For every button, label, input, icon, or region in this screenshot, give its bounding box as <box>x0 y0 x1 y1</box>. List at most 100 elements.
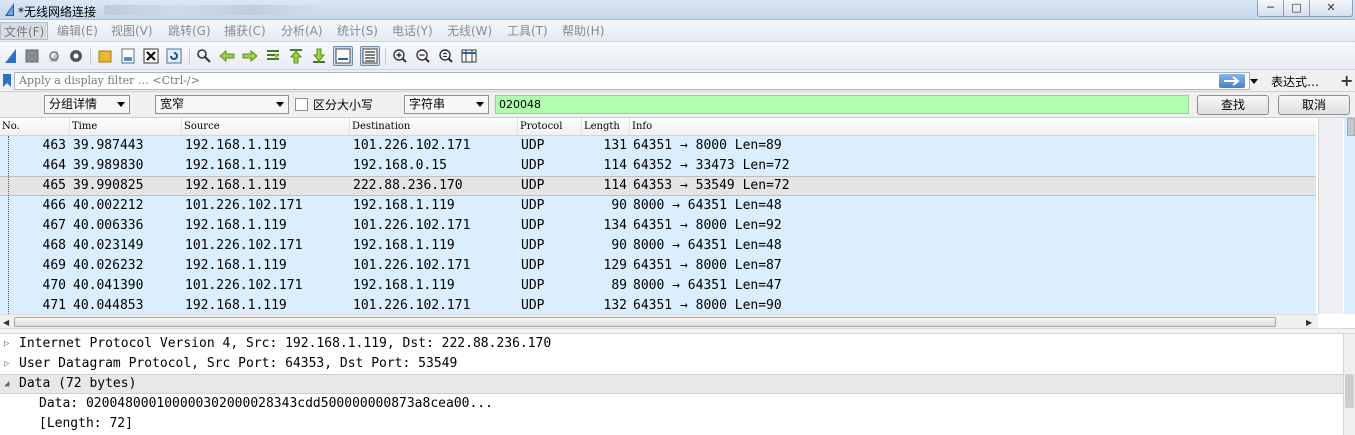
detail-tree-item[interactable]: ▷ User Datagram Protocol, Src Port: 64353… <box>0 354 1343 374</box>
menu-file[interactable]: 文件(F) <box>0 22 49 40</box>
packet-destination: 222.88.236.170 <box>353 178 463 193</box>
table-row[interactable]: 468 40.023149 101.226.102.171 192.168.1.119… <box>0 236 1316 256</box>
column-header-no[interactable]: No. <box>0 118 70 136</box>
table-row[interactable]: 463 39.987443 192.168.1.119 101.226.102.171… <box>0 136 1316 156</box>
case-sensitive-checkbox[interactable] <box>295 98 308 111</box>
expand-arrow-icon[interactable]: ▷ <box>4 334 9 354</box>
packet-time: 40.006336 <box>73 218 144 233</box>
capture-options-icon[interactable] <box>66 46 86 66</box>
start-capture-icon[interactable] <box>1 46 21 66</box>
packet-destination: 101.226.102.171 <box>353 218 471 233</box>
column-header-info[interactable]: Info <box>630 118 1316 136</box>
detail-tree-item[interactable]: ◢ Data (72 bytes) <box>0 374 1343 394</box>
resize-columns-icon[interactable] <box>459 46 479 66</box>
menu-help[interactable]: 帮助(H) <box>559 22 607 40</box>
detail-tree-item[interactable]: Data: 020048000100000302000028343cdd5000… <box>0 394 1343 414</box>
detail-tree-label: Data (72 bytes) <box>19 376 137 391</box>
menu-edit[interactable]: 编辑(E) <box>54 22 101 40</box>
table-row[interactable]: 464 39.989830 192.168.1.119 192.168.0.15 UDP… <box>0 156 1316 176</box>
menu-telephony[interactable]: 电话(Y) <box>389 22 436 40</box>
horizontal-scroll-thumb[interactable] <box>14 317 1276 327</box>
details-scroll-thumb[interactable] <box>1345 374 1354 408</box>
maximize-button[interactable]: □ <box>1283 0 1310 17</box>
table-row[interactable]: 467 40.006336 192.168.1.119 101.226.102.171… <box>0 216 1316 236</box>
collapse-arrow-icon[interactable]: ◢ <box>4 375 9 393</box>
packet-length: 129 <box>603 258 627 273</box>
restart-capture-icon[interactable] <box>44 46 64 66</box>
menu-capture[interactable]: 捕获(C) <box>221 22 269 40</box>
column-header-source[interactable]: Source <box>182 118 350 136</box>
packet-source: 101.226.102.171 <box>185 238 303 253</box>
detail-tree-item[interactable]: ▷ Internet Protocol Version 4, Src: 192.1… <box>0 334 1343 354</box>
cancel-button[interactable]: 取消 <box>1278 95 1350 115</box>
add-filter-button[interactable]: + <box>1340 71 1353 90</box>
zoom-out-icon[interactable] <box>413 46 433 66</box>
packet-info: 64351 → 8000 Len=89 <box>633 138 782 153</box>
minimize-button[interactable]: ─ <box>1257 0 1284 17</box>
packet-length: 90 <box>611 238 627 253</box>
reload-icon[interactable] <box>164 46 184 66</box>
close-button[interactable]: ✕ <box>1309 0 1353 17</box>
find-packet-icon[interactable] <box>194 46 214 66</box>
menu-wireless[interactable]: 无线(W) <box>444 22 495 40</box>
horizontal-scrollbar[interactable]: ◀ ▶ <box>0 314 1318 328</box>
stop-capture-icon[interactable] <box>22 46 42 66</box>
packet-protocol: UDP <box>521 158 545 173</box>
open-file-icon[interactable] <box>95 46 115 66</box>
search-type-select[interactable]: 字符串 <box>404 95 489 114</box>
menu-tools[interactable]: 工具(T) <box>504 22 551 40</box>
packet-list: No. Time Source Destination Protocol Len… <box>0 118 1355 314</box>
go-last-icon[interactable] <box>309 46 329 66</box>
packet-info: 64351 → 8000 Len=90 <box>633 298 782 313</box>
scroll-left-icon[interactable]: ◀ <box>3 318 9 327</box>
search-in-select[interactable]: 分组详情 <box>44 95 130 114</box>
menu-statistics[interactable]: 统计(S) <box>334 22 381 40</box>
find-button[interactable]: 查找 <box>1197 95 1269 115</box>
packet-destination: 192.168.0.15 <box>353 158 447 173</box>
packet-info: 64353 → 53549 Len=72 <box>633 178 790 193</box>
zoom-in-icon[interactable] <box>390 46 410 66</box>
packet-list-scrollbar[interactable] <box>1318 118 1343 314</box>
charset-select[interactable]: 宽窄 <box>155 95 289 114</box>
go-to-packet-icon[interactable] <box>263 46 283 66</box>
apply-filter-arrow-icon[interactable] <box>1219 74 1245 88</box>
expression-button[interactable]: 表达式… <box>1271 73 1319 90</box>
go-forward-icon[interactable] <box>240 46 260 66</box>
display-filter-input[interactable]: Apply a display filter … <Ctrl-/> <box>14 72 1250 90</box>
go-first-icon[interactable] <box>286 46 306 66</box>
table-row[interactable]: 470 40.041390 101.226.102.171 192.168.1.119… <box>0 276 1316 296</box>
menu-go[interactable]: 跳转(G) <box>165 22 214 40</box>
packet-length: 89 <box>611 278 627 293</box>
packet-time: 39.989830 <box>73 158 144 173</box>
detail-tree-item[interactable]: [Length: 72] <box>0 414 1343 434</box>
menu-analyze[interactable]: 分析(A) <box>278 22 326 40</box>
colorize-icon[interactable] <box>360 46 380 66</box>
related-packets-line <box>8 136 9 314</box>
autoscroll-icon[interactable] <box>333 46 353 66</box>
column-header-destination[interactable]: Destination <box>350 118 518 136</box>
packet-minimap[interactable] <box>1344 118 1355 314</box>
close-file-icon[interactable] <box>141 46 161 66</box>
packet-protocol: UDP <box>521 258 545 273</box>
filter-history-dropdown-icon[interactable] <box>1246 73 1262 89</box>
column-header-length[interactable]: Length <box>582 118 630 136</box>
charset-value: 宽窄 <box>160 97 185 111</box>
search-string-input[interactable]: 020048 <box>495 95 1189 114</box>
save-file-icon[interactable] <box>118 46 138 66</box>
packet-source: 192.168.1.119 <box>185 258 287 273</box>
column-header-protocol[interactable]: Protocol <box>518 118 582 136</box>
go-back-icon[interactable] <box>217 46 237 66</box>
table-row[interactable]: 469 40.026232 192.168.1.119 101.226.102.171… <box>0 256 1316 276</box>
table-row[interactable]: 471 40.044853 192.168.1.119 101.226.102.171… <box>0 296 1316 314</box>
column-header-time[interactable]: Time <box>70 118 182 136</box>
packet-protocol: UDP <box>521 138 545 153</box>
table-row[interactable]: 466 40.002212 101.226.102.171 192.168.1.119… <box>0 196 1316 216</box>
scroll-right-icon[interactable]: ▶ <box>1306 318 1312 327</box>
table-row-selected[interactable]: 465 39.990825 192.168.1.119 222.88.236.170 U… <box>0 176 1316 196</box>
expand-arrow-icon[interactable]: ▷ <box>4 354 9 374</box>
zoom-normal-icon[interactable] <box>436 46 456 66</box>
menu-view[interactable]: 视图(V) <box>108 22 156 40</box>
bookmark-icon[interactable] <box>2 73 12 88</box>
packet-time: 40.002212 <box>73 198 144 213</box>
chevron-down-icon <box>476 102 484 107</box>
